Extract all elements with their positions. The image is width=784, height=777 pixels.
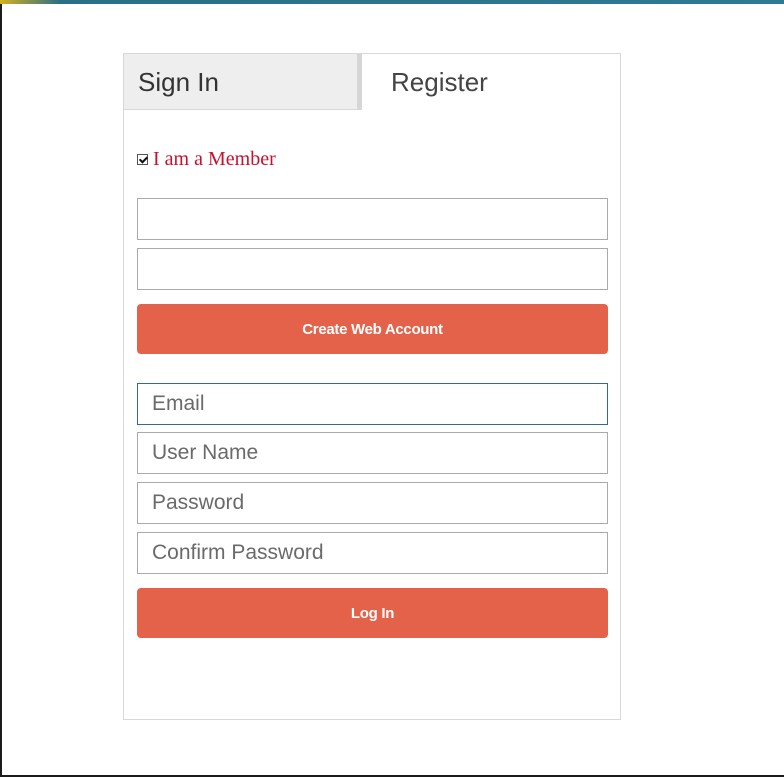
create-web-account-button[interactable]: Create Web Account: [137, 304, 608, 354]
tab-sign-in[interactable]: Sign In: [124, 54, 362, 110]
confirm-password-field[interactable]: [137, 532, 608, 574]
member-checkbox[interactable]: [137, 153, 148, 165]
username-field[interactable]: [137, 432, 608, 474]
tab-bar: Sign In Register: [124, 54, 620, 110]
tab-register[interactable]: Register: [362, 54, 620, 110]
log-in-button[interactable]: Log In: [137, 588, 608, 638]
auth-card: Sign In Register I am a Member Create We…: [123, 53, 621, 720]
member-field-2[interactable]: [137, 248, 608, 290]
password-field[interactable]: [137, 482, 608, 524]
member-field-1[interactable]: [137, 198, 608, 240]
top-accent-bar: [0, 0, 784, 4]
member-checkbox-row[interactable]: I am a Member: [137, 147, 276, 171]
email-field[interactable]: [137, 383, 608, 425]
member-checkbox-label: I am a Member: [153, 147, 276, 170]
